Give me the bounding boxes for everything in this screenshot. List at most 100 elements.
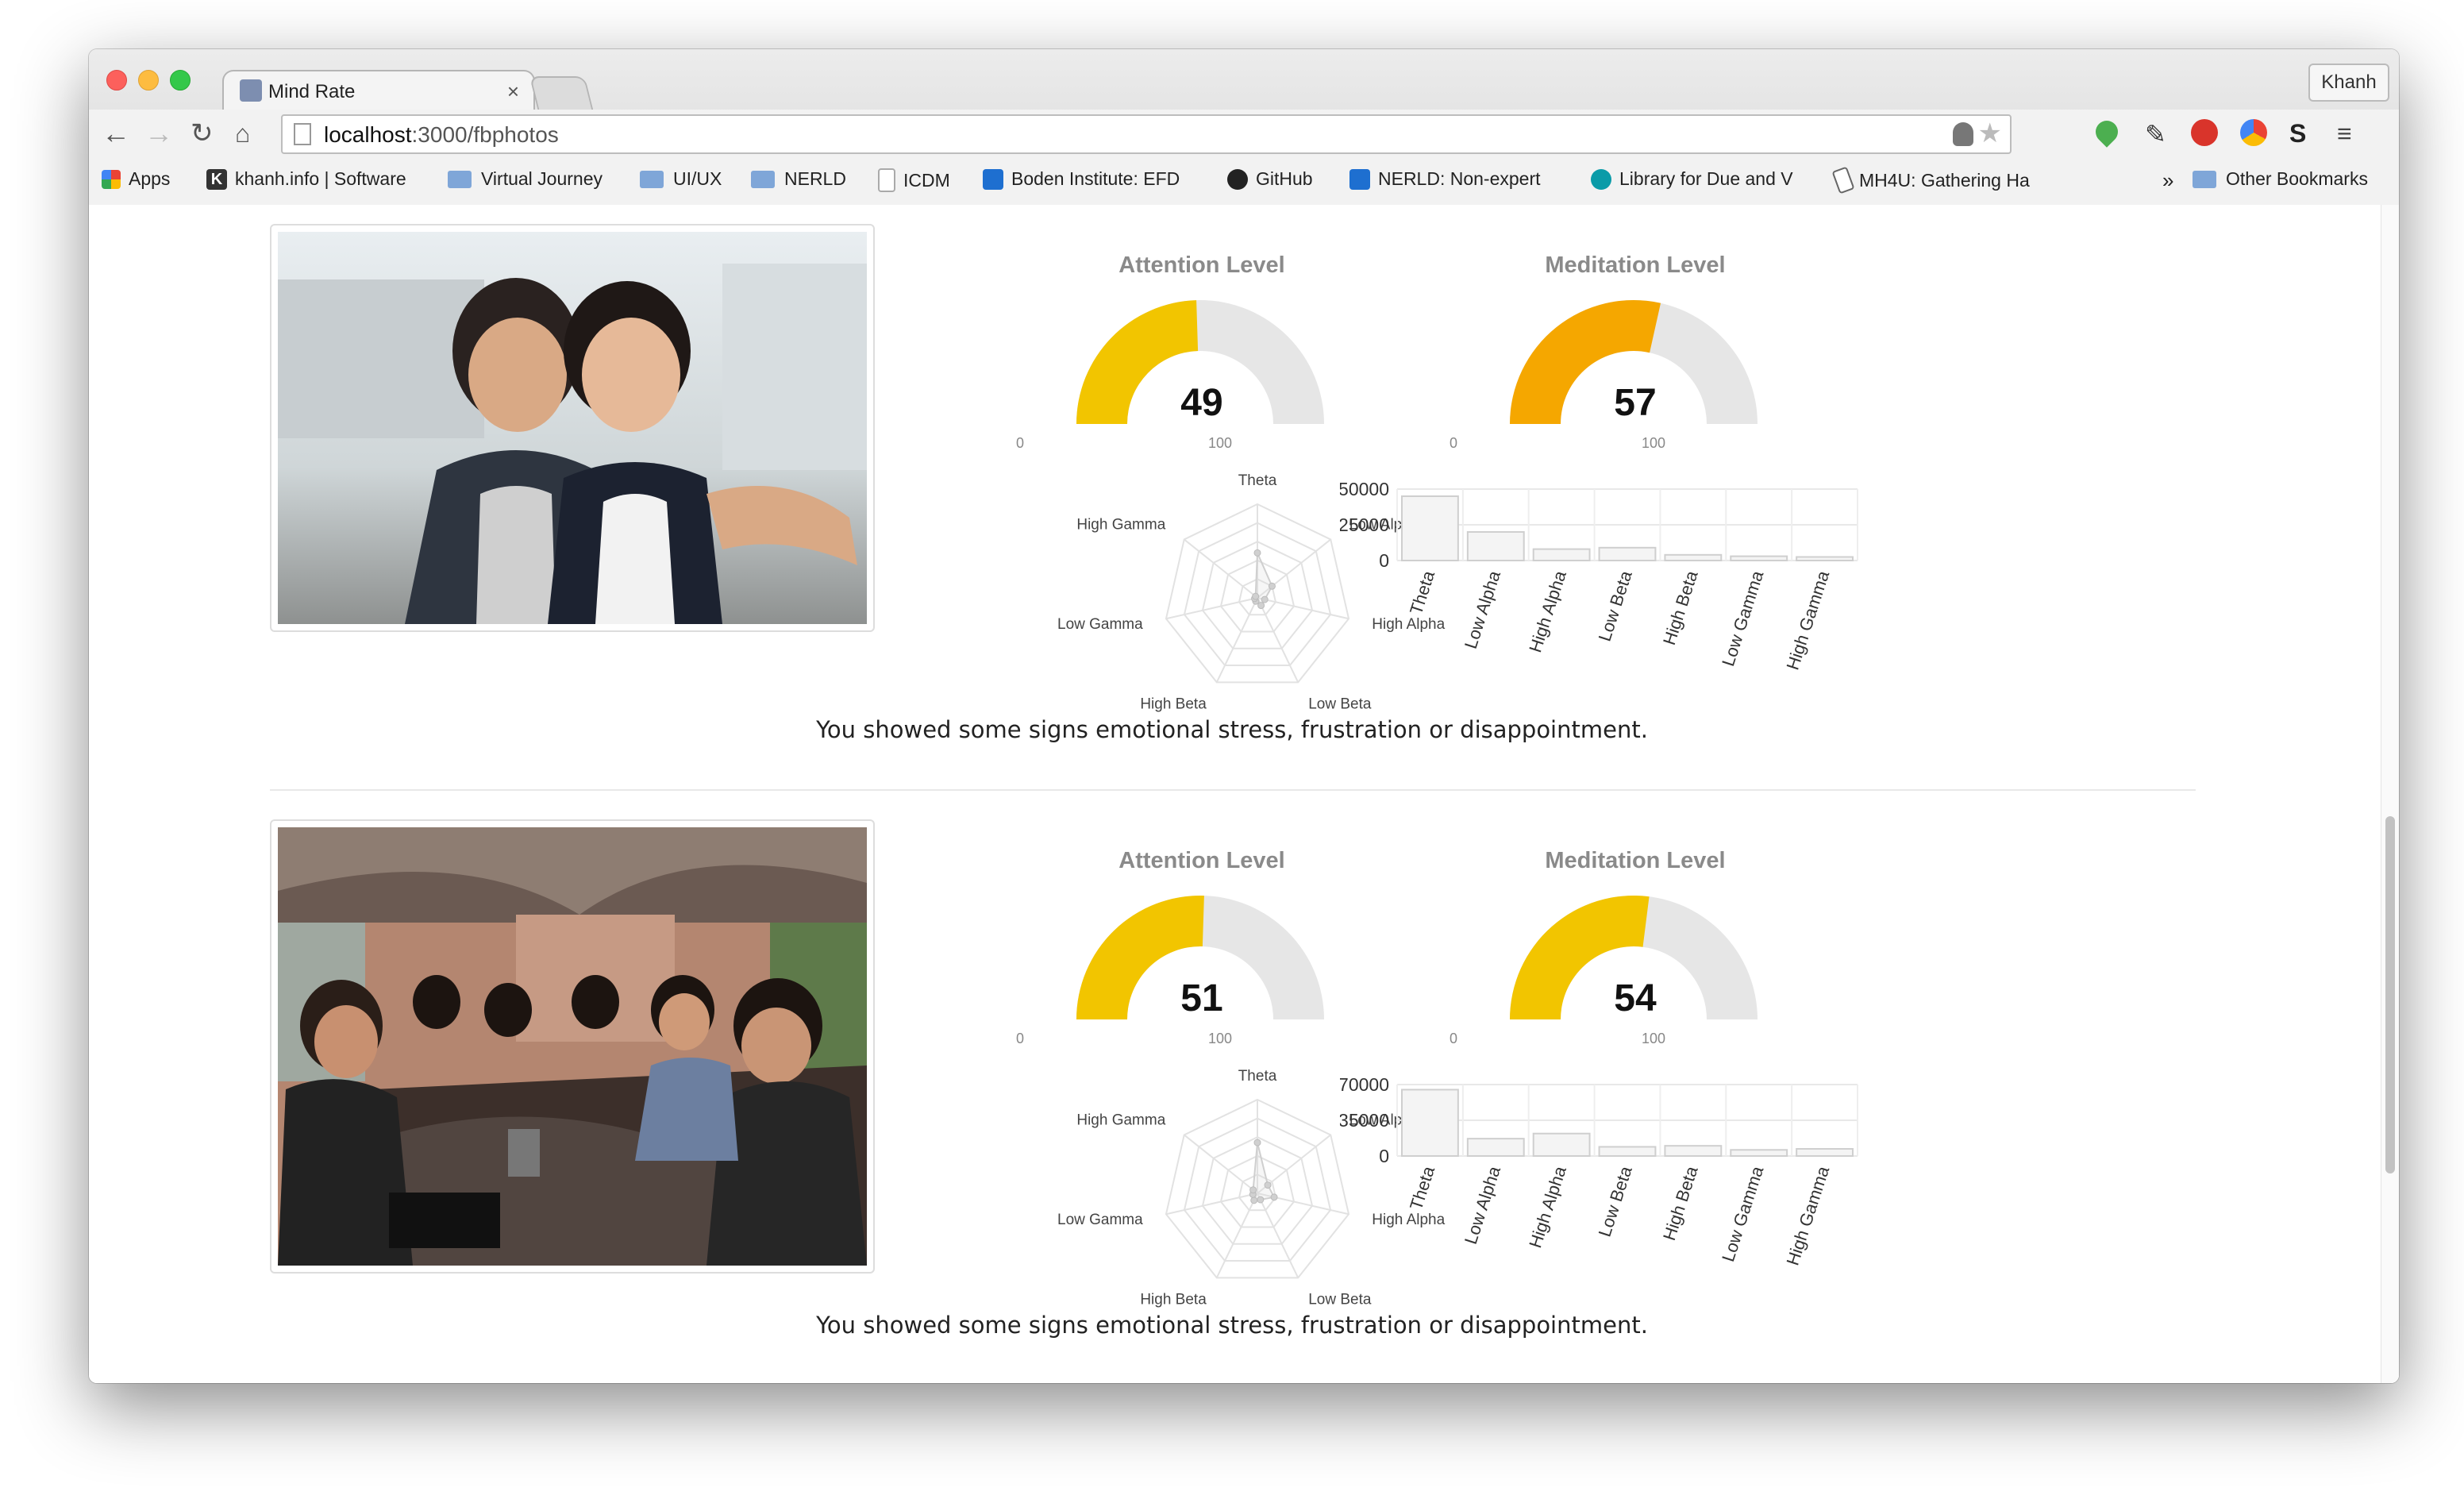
forward-arrow-icon[interactable]: → [144,116,173,151]
gauge-max-label: 100 [1642,435,1666,451]
trello-icon [1349,168,1370,190]
lightbulb-icon[interactable] [1953,122,1973,146]
home-icon[interactable]: ⌂ [235,116,250,151]
radar-axis-label: Low Gamma [1057,616,1143,633]
bar-y-tick: 70000 [1340,1074,1389,1095]
bar-y-tick: 0 [1379,550,1389,571]
tab-close-icon[interactable]: × [507,79,519,104]
radar-axis-label: Theta [1238,472,1277,489]
radar-point [1264,1181,1272,1189]
trello-icon [983,168,1003,190]
bar-mark [1730,555,1788,561]
bookmark-other-bookmarks[interactable]: Other Bookmarks [2193,168,2368,190]
browser-window: Mind Rate × Khanh ← → ↻ ⌂ localhost:3000… [89,49,2399,1383]
bookmarks-overflow-button[interactable]: » [2162,168,2173,193]
radar-point [1268,582,1276,590]
radar-point [1249,1186,1257,1194]
radar-axis-label: High Beta [1140,696,1207,712]
attention-title: Attention Level [1118,252,1285,278]
page-icon [294,123,311,145]
folder-icon [751,170,775,188]
bookmark-library-due[interactable]: Library for Due and V [1591,168,1793,190]
radar-axis-label: Theta [1238,1068,1277,1085]
bookmark-star-icon[interactable]: ★ [1978,118,2002,149]
folder-icon [448,170,472,188]
photo-2[interactable] [270,819,875,1274]
gauge-min-label: 0 [1450,435,1458,451]
bar-x-tick: High Gamma [1783,1163,1834,1268]
bar-mark [1532,1132,1591,1158]
radar-point [1261,595,1269,603]
back-arrow-icon[interactable]: ← [102,116,130,151]
meditation-title: Meditation Level [1545,848,1726,873]
zoom-window-button[interactable] [170,70,191,91]
owl-icon [1591,168,1611,190]
photo-image [278,232,867,624]
meditation-title: Meditation Level [1545,252,1726,278]
github-icon [1227,168,1248,190]
gauge-max-label: 100 [1208,435,1233,451]
bookmark-boden-institute[interactable]: Boden Institute: EFD [983,168,1180,190]
bookmark-mh4u[interactable]: MH4U: Gathering Ha [1831,166,2030,195]
bar-mark [1532,548,1591,561]
bar-mark [1466,1138,1525,1158]
bar-x-tick: High Alpha [1525,1163,1570,1250]
bar-mark [1598,546,1657,562]
divider [270,789,2196,791]
scrollbar-thumb[interactable] [2385,816,2395,1173]
bookmark-nerld[interactable]: NERLD [751,168,846,190]
emotion-message: You showed some signs emotional stress, … [816,1312,1648,1339]
gauge-min-label: 0 [1450,1031,1458,1046]
close-window-button[interactable] [106,70,127,91]
bookmark-nerld-non-expert[interactable]: NERLD: Non-expert [1349,168,1541,190]
bookmark-apps[interactable]: Apps [102,168,170,190]
reload-icon[interactable]: ↻ [191,116,214,151]
bar-y-tick: 50000 [1340,479,1389,499]
address-bar[interactable]: localhost:3000/fbphotos ★ [281,114,2012,154]
bar-y-tick: 0 [1379,1146,1389,1166]
menu-icon[interactable]: ≡ [2337,119,2364,148]
radar-axis-label: Low Beta [1308,696,1372,712]
emotion-message: You showed some signs emotional stress, … [816,716,1648,743]
tab-mind-rate[interactable]: Mind Rate × [222,70,535,113]
bookmark-icdm[interactable]: ICDM [878,168,950,192]
bookmark-github[interactable]: GitHub [1227,168,1313,190]
bar-mark [1598,1146,1657,1158]
bar-x-tick: Low Beta [1595,1163,1636,1239]
attention-title: Attention Level [1118,848,1285,873]
radar-point [1252,592,1260,600]
bar-y-tick: 25000 [1340,514,1389,535]
radar-axis [1215,597,1258,683]
chrome-app-extension-icon[interactable] [2240,119,2267,146]
bar-mark [1466,531,1525,561]
scrollbar[interactable] [2381,205,2399,1383]
evernote-extension-icon[interactable] [2091,116,2123,148]
bookmark-ui-ux[interactable]: UI/UX [640,168,722,190]
brainwave-bar-chart: 50000 25000 0 Theta Low Alpha High Alpha Low B… [1340,479,1858,672]
radar-point [1253,549,1261,557]
bar-x-tick: Low Gamma [1718,1163,1768,1264]
radar-axis-label: High Gamma [1076,517,1165,534]
eyedropper-extension-icon[interactable]: ✎ [2145,119,2172,148]
bar-x-tick: Theta [1406,568,1438,617]
tab-title: Mind Rate [268,81,356,102]
bar-mark [1401,1089,1459,1157]
bar-x-tick: Low Alpha [1461,568,1504,651]
radar-axis [1215,1193,1258,1278]
bar-mark [1401,495,1459,561]
bookmark-virtual-journey[interactable]: Virtual Journey [448,168,603,190]
new-tab-button[interactable] [529,76,594,110]
radar-axis-label: Low Gamma [1057,1212,1143,1228]
bookmark-khanh-info[interactable]: K khanh.info | Software [206,168,406,190]
page-icon [878,168,895,192]
photo-1[interactable] [270,224,875,632]
s-extension-icon[interactable]: S [2289,119,2316,148]
profile-button[interactable]: Khanh [2308,64,2389,102]
minimize-window-button[interactable] [138,70,159,91]
tab-strip: Mind Rate × Khanh [89,49,2399,113]
adblock-extension-icon[interactable] [2191,119,2218,146]
photo-image [278,827,867,1266]
bar-mark [1664,553,1723,562]
bookmarks-bar: Apps K khanh.info | Software Virtual Jou… [89,157,2399,205]
bar-mark [1664,1145,1723,1158]
